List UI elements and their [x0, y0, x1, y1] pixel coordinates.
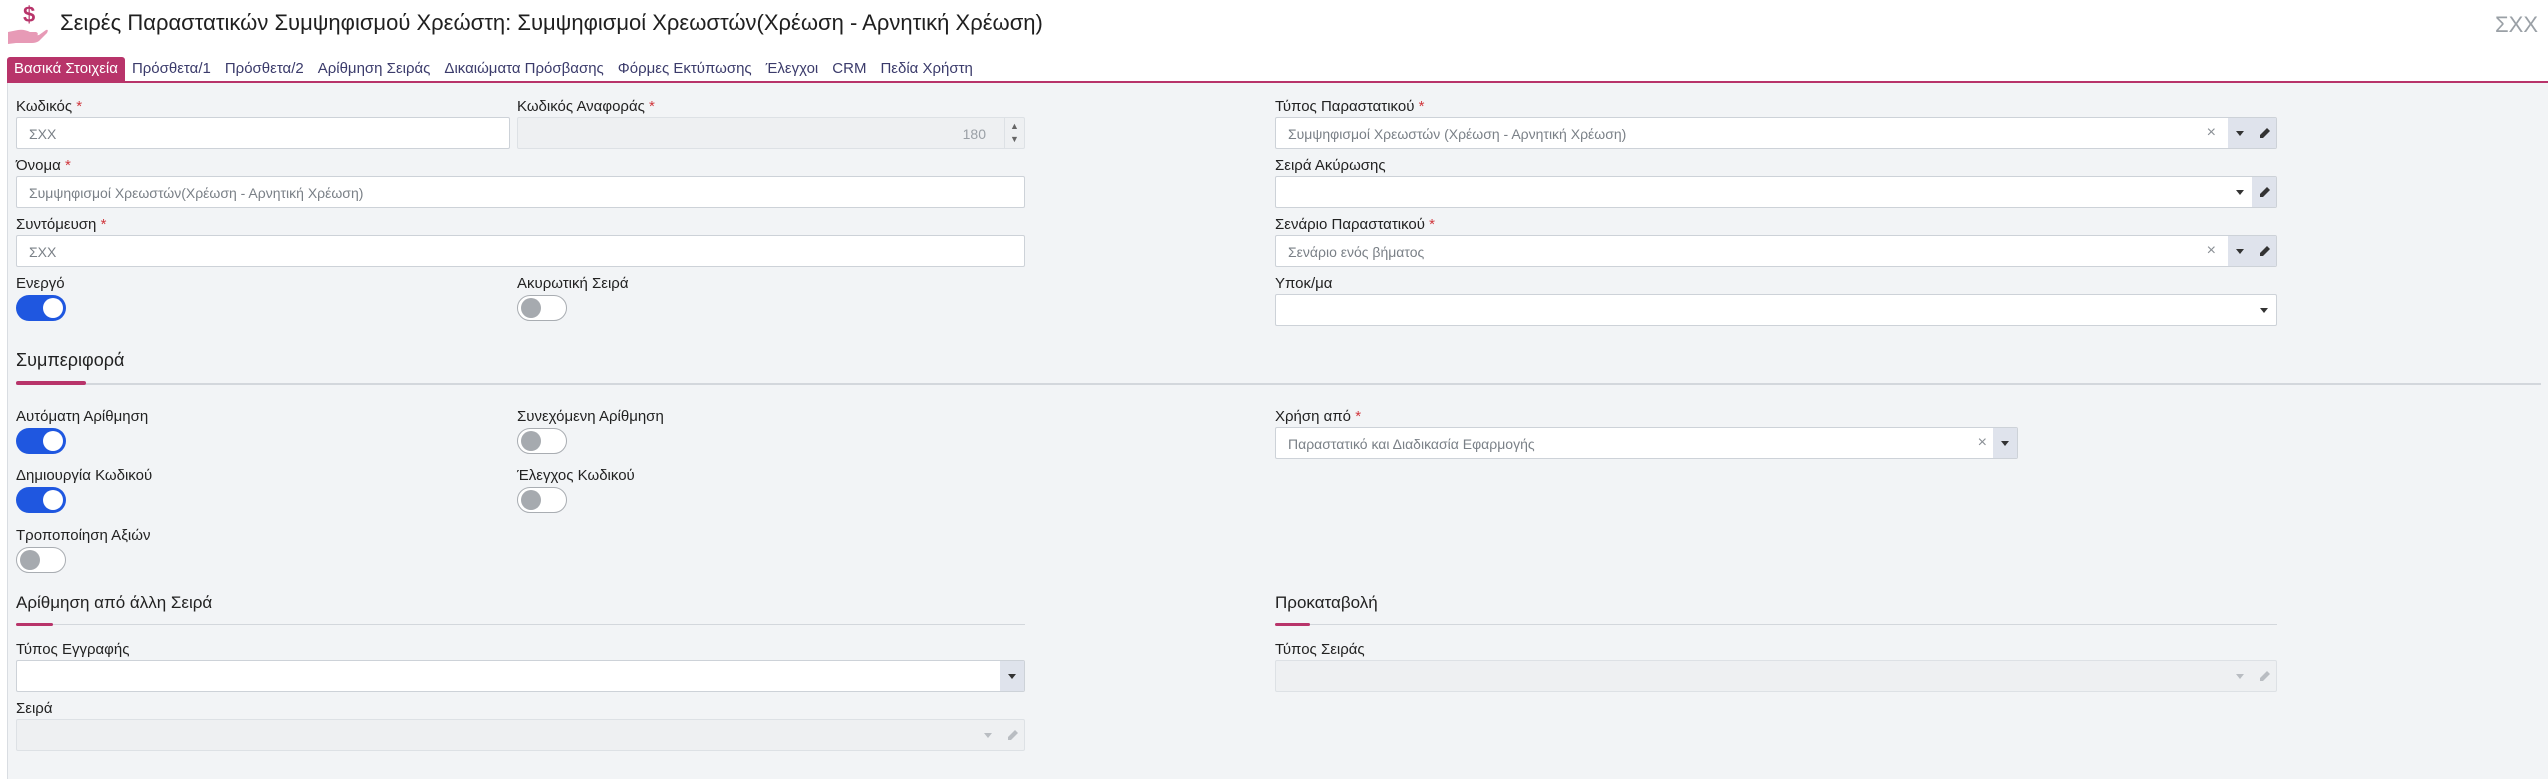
tab-print-forms[interactable]: Φόρμες Εκτύπωσης	[611, 57, 759, 81]
short-label: Συντόμευση *	[16, 216, 107, 233]
chevron-down-icon[interactable]	[2228, 661, 2252, 691]
chevron-down-icon[interactable]	[2252, 295, 2276, 325]
tab-extra-2[interactable]: Πρόσθετα/2	[218, 57, 311, 81]
active-label: Ενεργό	[16, 275, 65, 292]
used-by-label: Χρήση από *	[1275, 408, 1362, 425]
continuous-numbering-label: Συνεχόμενη Αρίθμηση	[517, 408, 664, 425]
name-label: Όνομα *	[16, 157, 71, 174]
series-type-label: Τύπος Σειράς	[1275, 641, 1365, 658]
cancel-series-toggle-label: Ακυρωτική Σειρά	[517, 275, 629, 292]
tab-access-rights[interactable]: Δικαιώματα Πρόσβασης	[437, 57, 610, 81]
section-accent	[16, 623, 53, 626]
tab-extra-1[interactable]: Πρόσθετα/1	[125, 57, 218, 81]
tab-crm[interactable]: CRM	[825, 57, 873, 81]
section-accent	[16, 381, 86, 385]
modify-values-label: Τροποποίηση Αξιών	[16, 527, 151, 544]
clear-icon[interactable]: ×	[2207, 124, 2216, 142]
name-input[interactable]: Συμψηφισμοί Χρεωστών(Χρέωση - Αρνητική Χ…	[16, 176, 1025, 208]
tab-checks[interactable]: Έλεγχοι	[759, 57, 826, 81]
check-code-toggle[interactable]	[517, 487, 567, 513]
tab-bar: Βασικά Στοιχεία Πρόσθετα/1 Πρόσθετα/2 Αρ…	[7, 57, 980, 81]
used-by-select[interactable]: Παραστατικό και Διαδικασία Εφαρμογής ×	[1275, 427, 2018, 459]
ref-code-stepper[interactable]: 180 ▲ ▼	[517, 117, 1025, 149]
edit-icon[interactable]	[2252, 236, 2276, 266]
chevron-down-icon[interactable]	[976, 720, 1000, 750]
edit-icon[interactable]	[2252, 661, 2276, 691]
scenario-select[interactable]: Σενάριο ενός βήματος ×	[1275, 235, 2277, 267]
clear-icon[interactable]: ×	[2207, 242, 2216, 260]
record-type-select[interactable]	[16, 660, 1025, 692]
check-code-label: Έλεγχος Κωδικού	[517, 467, 635, 484]
section-divider	[1275, 624, 2277, 625]
continuous-numbering-toggle[interactable]	[517, 428, 567, 454]
edit-icon[interactable]	[2252, 177, 2276, 207]
record-type-label: Τύπος Εγγραφής	[16, 641, 130, 658]
chevron-down-icon[interactable]	[1000, 661, 1024, 691]
section-divider	[16, 624, 1025, 625]
short-input[interactable]: ΣΧΧ	[16, 235, 1025, 267]
branch-select[interactable]	[1275, 294, 2277, 326]
chevron-down-icon[interactable]	[2228, 177, 2252, 207]
series-code-badge: ΣΧΧ	[2495, 12, 2538, 37]
tab-basic-info[interactable]: Βασικά Στοιχεία	[7, 57, 125, 81]
chevron-down-icon[interactable]	[2228, 236, 2252, 266]
edit-icon[interactable]	[1000, 720, 1024, 750]
code-label: Κωδικός *	[16, 98, 83, 115]
tab-user-fields[interactable]: Πεδία Χρήστη	[873, 57, 979, 81]
create-code-label: Δημιουργία Κωδικού	[16, 467, 153, 484]
ref-code-label: Κωδικός Αναφοράς *	[517, 98, 655, 115]
clear-icon[interactable]: ×	[1978, 434, 1987, 452]
svg-text:$: $	[23, 2, 35, 27]
series-select[interactable]	[16, 719, 1025, 751]
cancel-series-select[interactable]	[1275, 176, 2277, 208]
active-toggle[interactable]	[16, 295, 66, 321]
auto-numbering-label: Αυτόματη Αρίθμηση	[16, 408, 149, 425]
modify-values-toggle[interactable]	[16, 547, 66, 573]
form-panel: Κωδικός * ΣΧΧ Κωδικός Αναφοράς * 180 ▲ ▼ …	[7, 83, 2548, 779]
doc-type-select[interactable]: Συμψηφισμοί Χρεωστών (Χρέωση - Αρνητική …	[1275, 117, 2277, 149]
doc-type-label: Τύπος Παραστατικού *	[1275, 98, 1425, 115]
page-title: Σειρές Παραστατικών Συμψηφισμού Χρεώστη:…	[60, 10, 1043, 35]
auto-numbering-toggle[interactable]	[16, 428, 66, 454]
page-header: $ Σειρές Παραστατικών Συμψηφισμού Χρεώστ…	[0, 0, 2548, 52]
code-input[interactable]: ΣΧΧ	[16, 117, 510, 149]
chevron-down-icon[interactable]	[1993, 428, 2017, 458]
ref-code-spinner[interactable]: ▲ ▼	[1004, 118, 1024, 148]
branch-label: Υποκ/μα	[1275, 275, 1333, 292]
scenario-label: Σενάριο Παραστατικού *	[1275, 216, 1435, 233]
section-accent	[1275, 623, 1310, 626]
tab-numbering[interactable]: Αρίθμηση Σειράς	[311, 57, 438, 81]
edit-icon[interactable]	[2252, 118, 2276, 148]
section-divider	[16, 383, 2541, 385]
cancel-series-toggle[interactable]	[517, 295, 567, 321]
cancel-series-label: Σειρά Ακύρωσης	[1275, 157, 1386, 174]
behavior-section-title: Συμπεριφορά	[16, 350, 125, 370]
create-code-toggle[interactable]	[16, 487, 66, 513]
money-hand-icon: $	[8, 2, 48, 44]
series-type-select[interactable]	[1275, 660, 2277, 692]
advance-section-title: Προκαταβολή	[1275, 593, 1378, 612]
series-label: Σειρά	[16, 700, 53, 717]
chevron-down-icon[interactable]	[2228, 118, 2252, 148]
numbering-other-title: Αρίθμηση από άλλη Σειρά	[16, 593, 213, 612]
